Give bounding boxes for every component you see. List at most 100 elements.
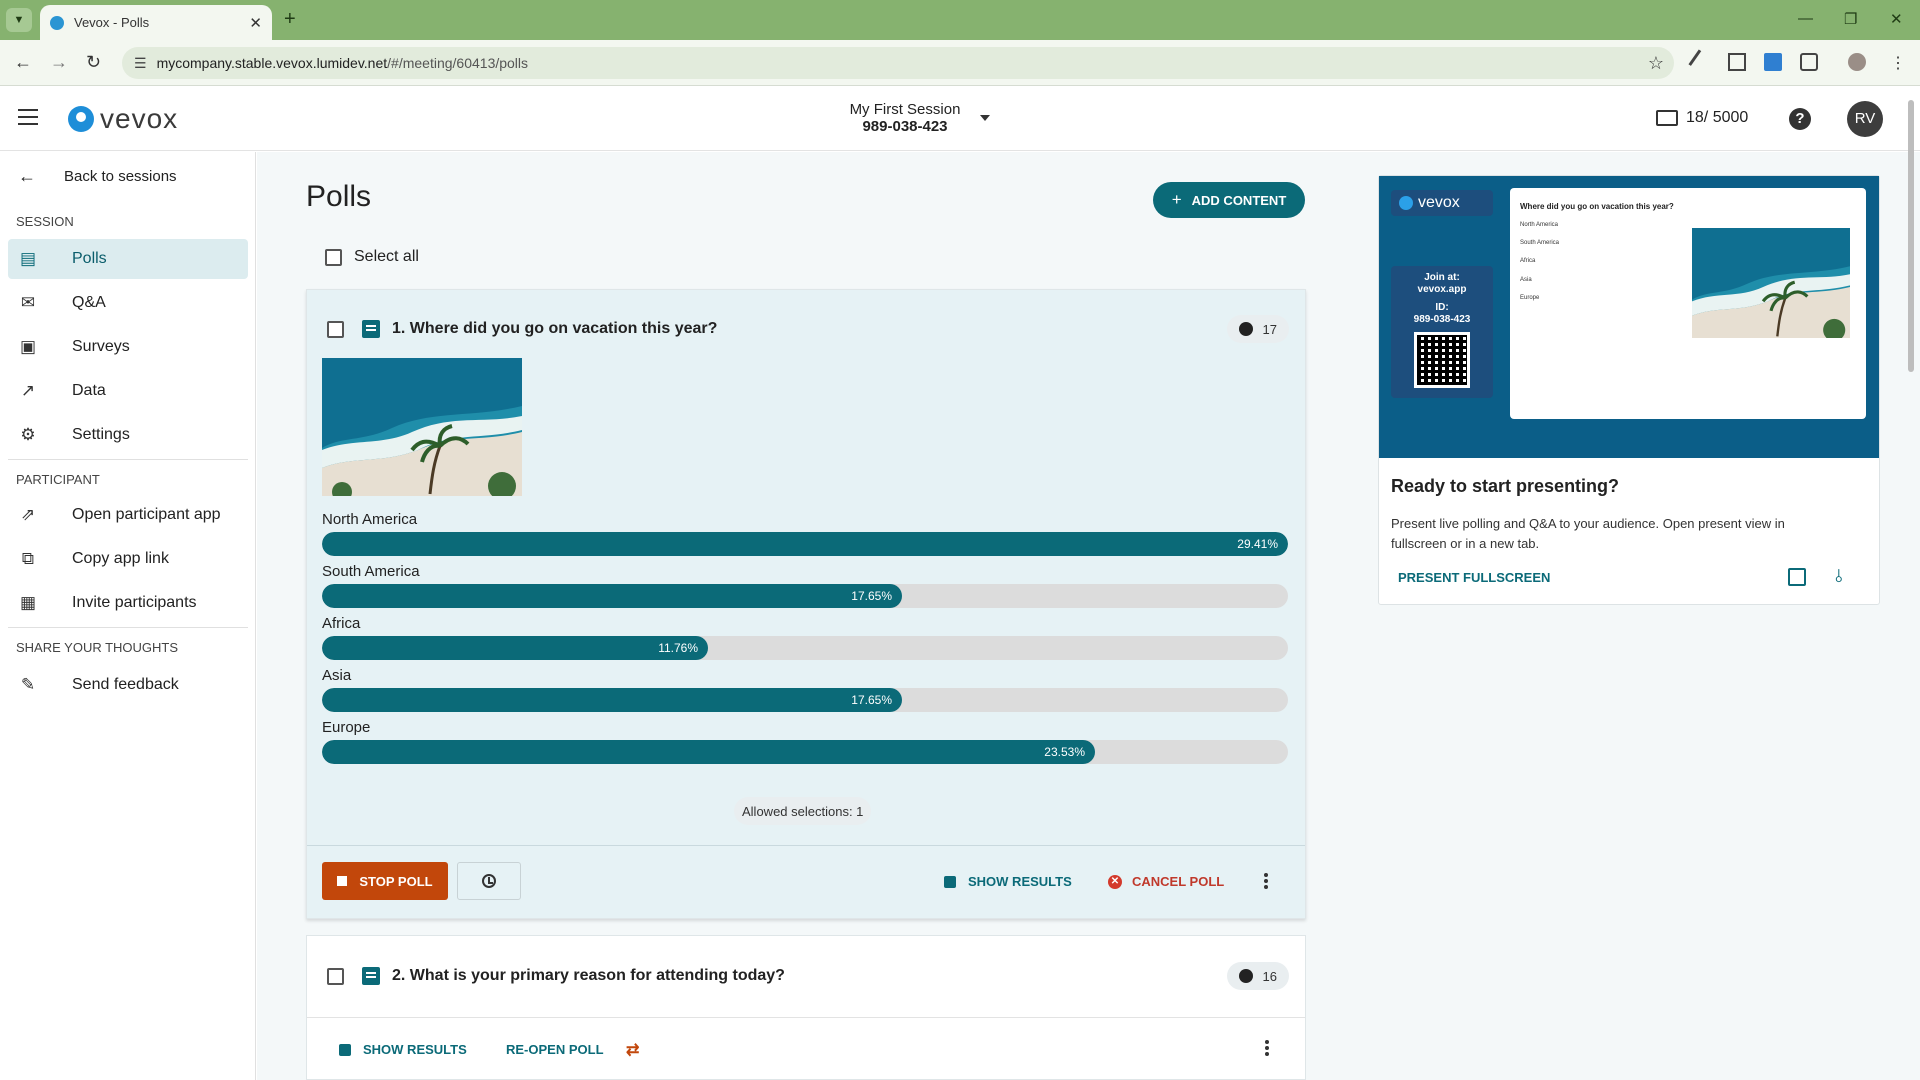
sidebar-item-label: Polls <box>72 250 107 267</box>
sidebar-item-data[interactable]: ↗ Data <box>8 371 248 411</box>
result-percent: 11.76% <box>658 641 698 655</box>
open-new-tab-icon[interactable] <box>1788 568 1806 586</box>
poll-1-question[interactable]: 1. Where did you go on vacation this yea… <box>392 320 717 338</box>
present-preview[interactable]: vevox Join at: vevox.app ID: 989-038-423… <box>1379 176 1879 458</box>
more-options-icon[interactable] <box>1265 1040 1269 1056</box>
cancel-poll-button[interactable]: ✕ CANCEL POLL <box>1108 874 1224 889</box>
vevox-favicon-icon <box>50 15 64 30</box>
user-avatar[interactable]: RV <box>1847 101 1883 137</box>
sidebar-item-invite-participants[interactable]: ▦ Invite participants <box>8 583 248 623</box>
show-results-button[interactable]: SHOW RESULTS <box>339 1042 467 1057</box>
reload-icon[interactable]: ↻ <box>86 52 101 73</box>
poll-icon: ▤ <box>19 249 37 268</box>
restore-icon[interactable]: ❐ <box>1844 10 1857 28</box>
page-scrollbar[interactable] <box>1908 100 1914 372</box>
reopen-poll-label: RE-OPEN POLL <box>506 1042 604 1057</box>
profile-avatar-icon[interactable] <box>1848 53 1866 71</box>
preview-id-label: ID: <box>1435 302 1449 313</box>
poll-2-question[interactable]: 2. What is your primary reason for atten… <box>392 967 785 985</box>
clock-icon <box>482 874 496 888</box>
sidebar-item-polls[interactable]: ▤ Polls <box>8 239 248 279</box>
beach-image <box>322 358 522 496</box>
preview-slide: Where did you go on vacation this year? … <box>1510 188 1866 419</box>
close-window-icon[interactable]: ✕ <box>1890 10 1903 28</box>
vevox-logo-icon <box>1399 196 1413 210</box>
poll-2-checkbox[interactable] <box>327 967 344 985</box>
preview-option: Europe <box>1520 295 1540 301</box>
sidebar-item-label: Open participant app <box>72 506 221 523</box>
more-options-icon[interactable] <box>1264 873 1268 889</box>
hamburger-menu-icon[interactable] <box>18 109 38 125</box>
response-count-badge: 17 <box>1226 315 1289 343</box>
sidebar-item-settings[interactable]: ⚙ Settings <box>8 415 248 455</box>
option-label: Asia <box>322 667 352 684</box>
sidebar-item-surveys[interactable]: ▣ Surveys <box>8 327 248 367</box>
present-panel: vevox Join at: vevox.app ID: 989-038-423… <box>1378 175 1880 605</box>
url-field[interactable]: ☰ mycompany.stable.vevox.lumidev.net/#/m… <box>122 47 1674 79</box>
pen-extension-icon[interactable] <box>1688 49 1714 75</box>
option-label: North America <box>322 511 418 528</box>
result-bar: 29.41% <box>322 532 1288 556</box>
result-bar: 17.65% <box>322 584 1288 608</box>
option-label: Europe <box>322 719 371 736</box>
response-count: 16 <box>1262 968 1277 984</box>
sidebar-item-open-participant-app[interactable]: ⇗ Open participant app <box>8 495 248 535</box>
sidebar-item-copy-app-link[interactable]: ⧉ Copy app link <box>8 539 248 579</box>
swap-arrows-icon[interactable]: ⇄ <box>626 1040 639 1060</box>
screenshot-extension-icon[interactable] <box>1728 53 1746 71</box>
select-all-checkbox[interactable] <box>325 248 342 266</box>
forward-arrow-icon[interactable]: → <box>50 52 68 73</box>
save-extension-icon[interactable] <box>1764 53 1782 71</box>
session-id: 989-038-423 <box>862 118 948 135</box>
divider <box>8 627 248 628</box>
preview-join-box: Join at: vevox.app ID: 989-038-423 <box>1391 266 1493 398</box>
tab-search-button[interactable]: ▼ <box>6 8 32 32</box>
browser-menu-icon[interactable]: ⋮ <box>1890 53 1908 72</box>
result-bar-fill <box>322 740 1095 764</box>
select-all[interactable]: Select all <box>325 248 419 266</box>
response-count: 17 <box>1262 321 1277 337</box>
poll-image <box>322 358 522 496</box>
result-bar: 17.65% <box>322 688 1288 712</box>
minimize-icon[interactable]: — <box>1798 10 1813 27</box>
timer-button[interactable] <box>457 862 521 900</box>
preview-question: Where did you go on vacation this year? <box>1520 202 1674 211</box>
vevox-logo-icon <box>68 106 94 132</box>
result-percent: 17.65% <box>851 589 892 603</box>
bookmark-star-icon[interactable]: ☆ <box>1648 53 1664 74</box>
help-icon[interactable]: ? <box>1789 108 1811 130</box>
share-icon[interactable]: ⫰ <box>1835 566 1843 587</box>
chart-line-icon: ↗ <box>20 381 36 400</box>
present-fullscreen-button[interactable]: PRESENT FULLSCREEN <box>1398 570 1550 585</box>
site-info-icon[interactable]: ☰ <box>134 55 147 72</box>
page-title: Polls <box>306 180 372 213</box>
puzzle-extensions-icon[interactable] <box>1800 53 1818 71</box>
session-dropdown-caret-icon[interactable] <box>980 115 990 121</box>
new-tab-button[interactable]: + <box>284 8 296 31</box>
vevox-logo: vevox <box>68 103 178 135</box>
stop-poll-button[interactable]: STOP POLL <box>322 862 448 900</box>
back-to-sessions-label: Back to sessions <box>64 168 177 185</box>
plus-icon: + <box>1171 190 1182 209</box>
back-arrow-icon[interactable]: ← <box>14 52 32 73</box>
copy-icon: ⧉ <box>21 549 35 568</box>
devices-icon <box>1656 110 1678 126</box>
poll-card-1: 1. Where did you go on vacation this yea… <box>306 289 1306 919</box>
preview-join-line2: vevox.app <box>1417 284 1467 295</box>
back-to-sessions-link[interactable]: ← Back to sessions <box>18 166 177 187</box>
reopen-poll-button[interactable]: RE-OPEN POLL <box>506 1042 604 1057</box>
present-description: Present live polling and Q&A to your aud… <box>1391 516 1785 551</box>
session-selector[interactable]: My First Session 989-038-423 <box>840 101 970 135</box>
result-percent: 17.65% <box>851 693 892 707</box>
poll-card-2: 2. What is your primary reason for atten… <box>306 935 1306 1080</box>
show-results-button[interactable]: SHOW RESULTS <box>944 874 1072 889</box>
browser-tab-bar: ▼ Vevox - Polls ✕ + — ❐ ✕ <box>0 0 1920 40</box>
sidebar-item-qa[interactable]: ✉ Q&A <box>8 283 248 323</box>
cancel-poll-label: CANCEL POLL <box>1132 874 1225 889</box>
close-tab-icon[interactable]: ✕ <box>249 14 262 32</box>
sidebar-item-send-feedback[interactable]: ✎ Send feedback <box>8 665 248 705</box>
add-content-button[interactable]: + ADD CONTENT <box>1153 182 1305 218</box>
browser-tab[interactable]: Vevox - Polls ✕ <box>40 5 272 40</box>
preview-option: Asia <box>1520 277 1532 283</box>
poll-1-checkbox[interactable] <box>327 320 344 338</box>
